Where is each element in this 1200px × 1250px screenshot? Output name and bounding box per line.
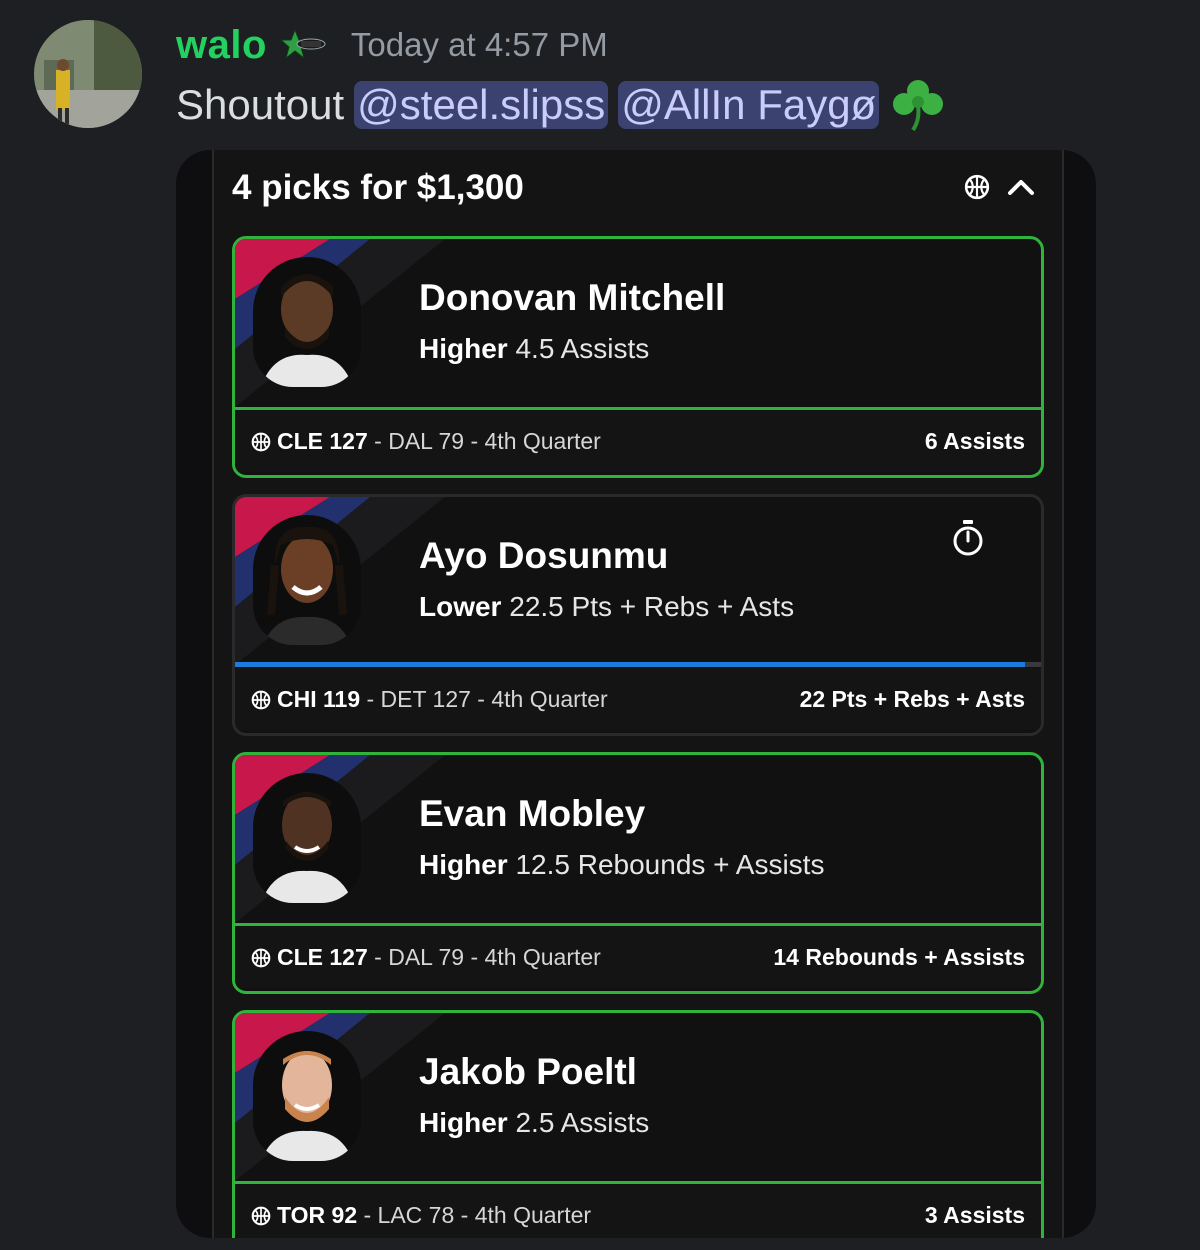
username[interactable]: walo (176, 23, 267, 68)
basketball-icon (251, 1206, 271, 1226)
pick-line: Lower 22.5 Pts + Rebs + Asts (419, 591, 794, 623)
pick-projection: 4.5 Assists (515, 333, 650, 364)
pick-projection: 2.5 Assists (515, 1107, 650, 1138)
player-headshot (253, 773, 361, 903)
player-name: Evan Mobley (419, 793, 646, 834)
chevron-up-icon[interactable] (1006, 176, 1036, 198)
stat-result: 14 Rebounds + Assists (773, 944, 1025, 970)
game-score: CLE 127 - DAL 79 - 4th Quarter (251, 428, 601, 455)
pick-line: Higher 12.5 Rebounds + Assists (419, 849, 824, 881)
player-headshot (253, 1031, 361, 1161)
game-score: TOR 92 - LAC 78 - 4th Quarter (251, 1202, 591, 1229)
pick-projection: 22.5 Pts + Rebs + Asts (509, 591, 795, 622)
pick-card[interactable]: Jakob Poeltl Higher 2.5 Assists TOR 92 -… (232, 1010, 1044, 1238)
team-score: CHI 119 (277, 686, 361, 712)
game-info: - DAL 79 - 4th Quarter (374, 428, 601, 454)
message-text: Shoutout (176, 81, 345, 128)
stat-result: 22 Pts + Rebs + Asts (799, 686, 1025, 712)
mention-allin-faygo[interactable]: @AllIn Faygø (618, 81, 880, 129)
stopwatch-icon (953, 520, 983, 556)
game-score: CLE 127 - DAL 79 - 4th Quarter (251, 944, 601, 971)
slip-image[interactable]: 4 picks for $1,300 Donovan Mitchell High… (176, 150, 1096, 1238)
team-score: CLE 127 (277, 944, 368, 970)
message-timestamp: Today at 4:57 PM (350, 26, 608, 63)
basketball-icon (251, 948, 271, 968)
player-name: Jakob Poeltl (419, 1051, 637, 1092)
slip-header-icons (964, 174, 1036, 200)
basketball-icon (251, 432, 271, 452)
game-info: - DAL 79 - 4th Quarter (374, 944, 601, 970)
pick-card[interactable]: Donovan Mitchell Higher 4.5 Assists CLE … (232, 236, 1044, 478)
message-header: walo Today at 4:57 PM (176, 20, 608, 70)
player-name: Ayo Dosunmu (419, 535, 669, 576)
pick-card[interactable]: Ayo Dosunmu Lower 22.5 Pts + Rebs + Asts… (232, 494, 1044, 736)
star-badge-icon[interactable] (279, 28, 327, 62)
basketball-icon (251, 690, 271, 710)
pick-card[interactable]: Evan Mobley Higher 12.5 Rebounds + Assis… (232, 752, 1044, 994)
pick-direction: Lower (419, 591, 502, 622)
game-info: - DET 127 - 4th Quarter (366, 686, 608, 712)
message-body: Shoutout @steel.slipss @AllIn Faygø (176, 76, 947, 134)
game-score: CHI 119 - DET 127 - 4th Quarter (251, 686, 608, 713)
pick-projection: 12.5 Rebounds + Assists (515, 849, 825, 880)
stat-progress-bar (235, 662, 1041, 667)
team-score: TOR 92 (277, 1202, 358, 1228)
slip-panel: 4 picks for $1,300 Donovan Mitchell High… (212, 150, 1064, 1238)
user-avatar[interactable] (34, 20, 142, 128)
stat-result: 6 Assists (924, 428, 1025, 454)
player-headshot (253, 257, 361, 387)
pick-direction: Higher (419, 849, 508, 880)
mention-steel-slipss[interactable]: @steel.slipss (354, 81, 609, 129)
pick-line: Higher 2.5 Assists (419, 1107, 649, 1139)
stat-progress-fill (235, 662, 1025, 667)
stat-result: 3 Assists (924, 1202, 1025, 1228)
player-name: Donovan Mitchell (419, 277, 726, 318)
game-info: - LAC 78 - 4th Quarter (363, 1202, 592, 1228)
player-headshot (253, 515, 361, 645)
slip-title: 4 picks for $1,300 (232, 168, 524, 207)
team-score: CLE 127 (277, 428, 368, 454)
shamrock-icon (889, 76, 947, 134)
pick-direction: Higher (419, 333, 508, 364)
pick-direction: Higher (419, 1107, 508, 1138)
pick-line: Higher 4.5 Assists (419, 333, 649, 365)
basketball-icon (964, 174, 990, 200)
